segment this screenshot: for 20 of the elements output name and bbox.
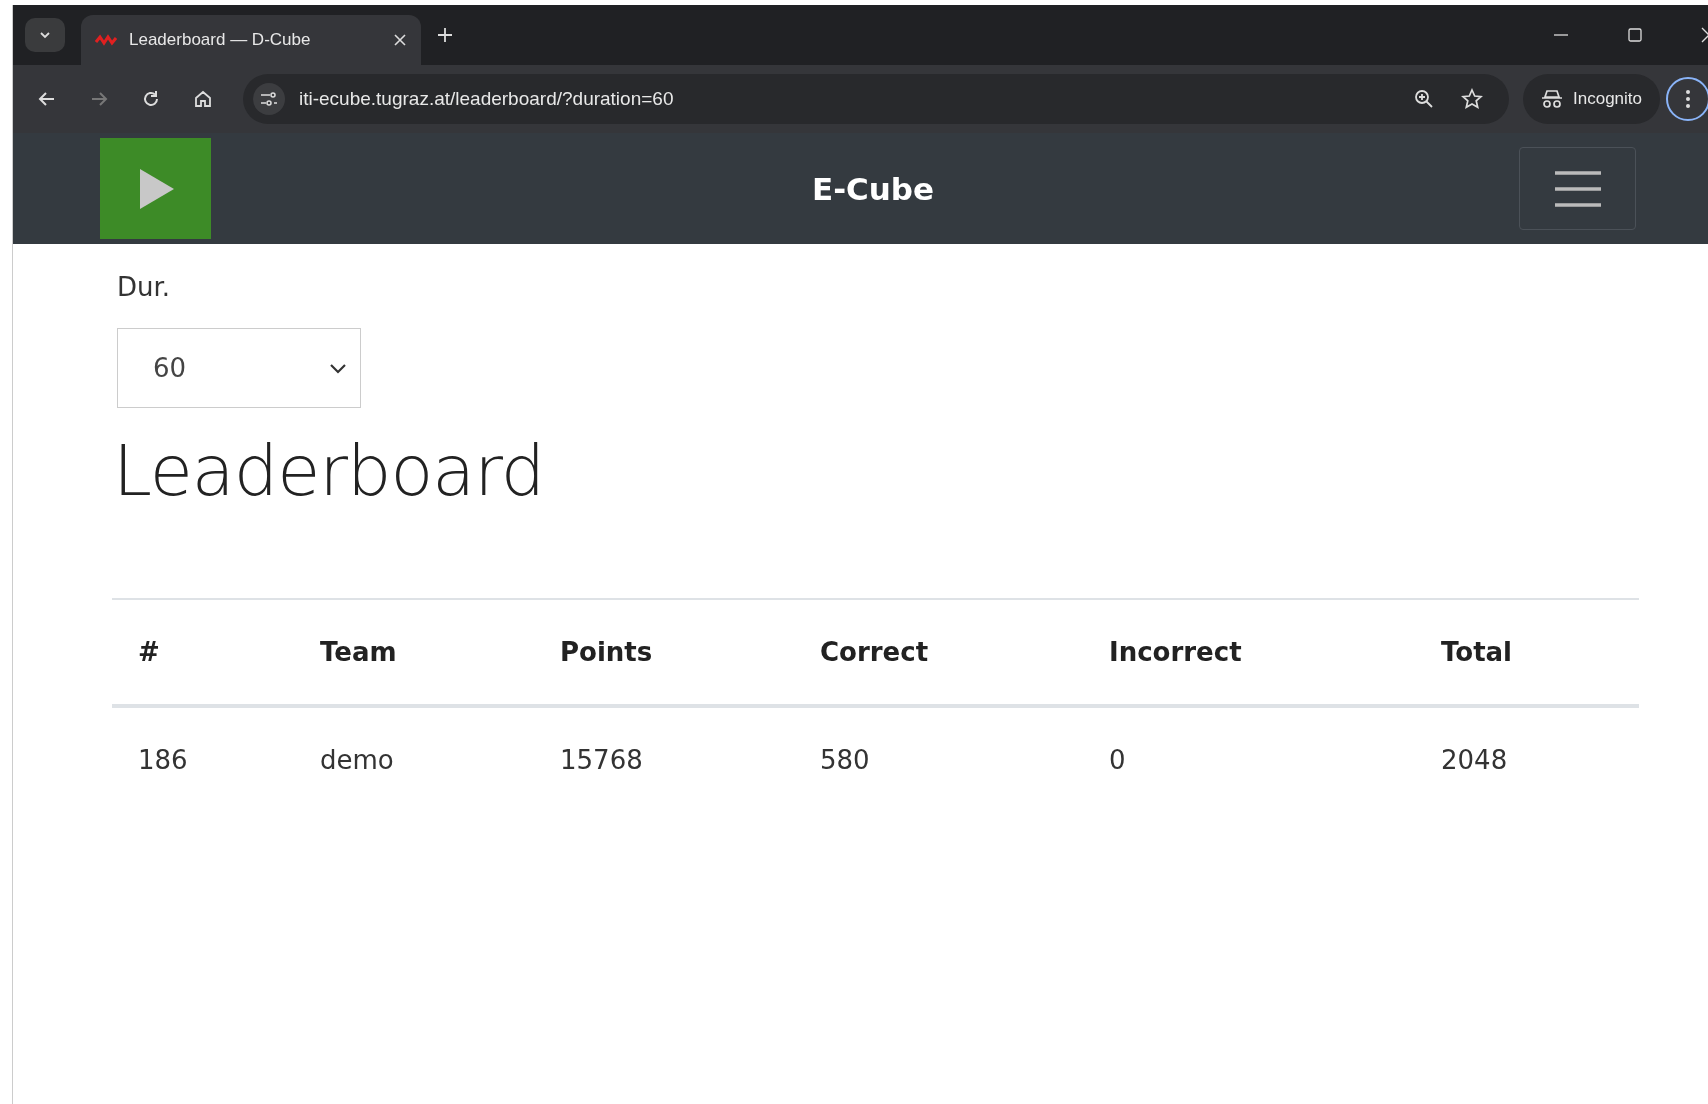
duration-select[interactable]: 60 bbox=[117, 328, 361, 408]
table-cell: demo bbox=[294, 706, 560, 812]
table-cell: 580 bbox=[820, 706, 1109, 812]
column-header: # bbox=[112, 599, 294, 706]
table-cell: 186 bbox=[112, 706, 294, 812]
column-header: Points bbox=[560, 599, 820, 706]
url-text: iti-ecube.tugraz.at/leaderboard/?duration=60 bbox=[299, 88, 674, 110]
table-cell: 0 bbox=[1109, 706, 1441, 812]
tab-title: Leaderboard — D-Cube bbox=[129, 30, 312, 50]
incognito-button[interactable]: Incognito bbox=[1523, 74, 1660, 124]
page-heading: Leaderboard bbox=[113, 430, 546, 512]
browser-tab[interactable]: Leaderboard — D-Cube bbox=[81, 15, 421, 65]
column-header: Team bbox=[294, 599, 560, 706]
table-cell: 15768 bbox=[560, 706, 820, 812]
address-bar[interactable]: iti-ecube.tugraz.at/leaderboard/?duration=60 bbox=[243, 74, 1509, 124]
column-header: Correct bbox=[820, 599, 1109, 706]
column-header: Incorrect bbox=[1109, 599, 1441, 706]
table-cell: 2048 bbox=[1441, 706, 1639, 812]
duration-label: Dur. bbox=[117, 272, 172, 302]
column-header: Total bbox=[1441, 599, 1639, 706]
